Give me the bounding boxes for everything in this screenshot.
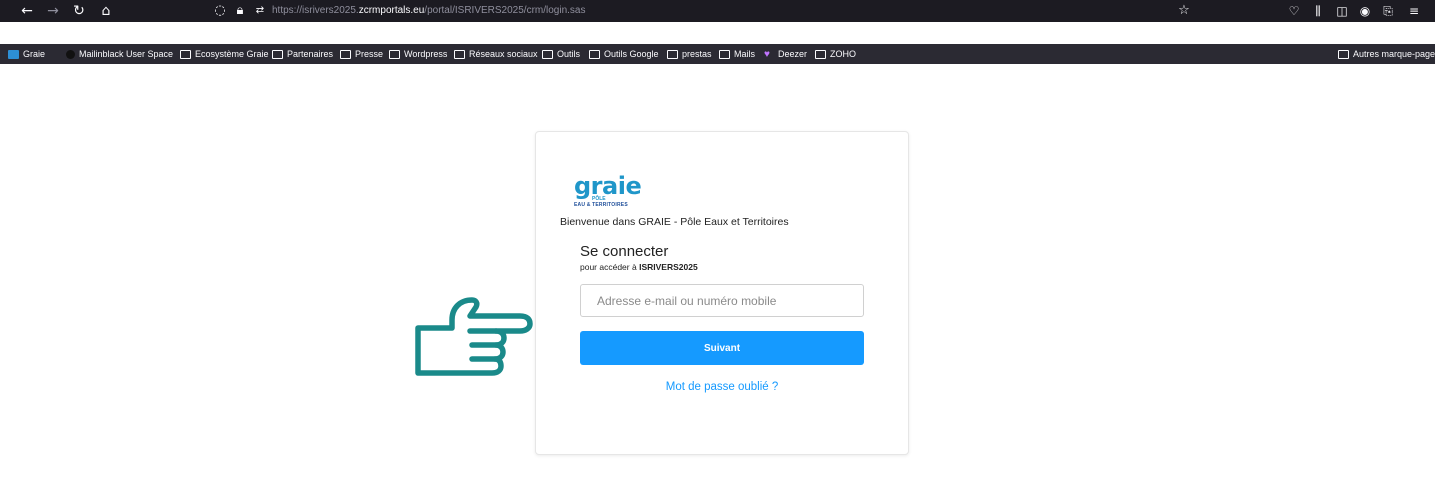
bookmark-folder-reseaux[interactable]: Réseaux sociaux xyxy=(454,47,538,61)
graie-logo: graie PÔLE EAU & TERRITOIRES xyxy=(574,174,664,208)
other-bookmarks-folder[interactable]: Autres marque-pages xyxy=(1338,47,1435,61)
welcome-text: Bienvenue dans GRAIE - Pôle Eaux et Terr… xyxy=(560,216,789,228)
forgot-password-link[interactable]: Mot de passe oublié ? xyxy=(536,381,908,393)
folder-icon xyxy=(454,49,465,59)
bookmark-folder-outils-google[interactable]: Outils Google xyxy=(589,47,659,61)
bookmark-mailinblack[interactable]: Mailinblack User Space xyxy=(66,47,173,61)
bookmark-folder-partenaires[interactable]: Partenaires xyxy=(272,47,333,61)
forward-arrow-icon[interactable]: → xyxy=(44,3,62,19)
back-arrow-icon[interactable]: ← xyxy=(18,3,36,19)
browser-toolbar: ← → ↻ ⌂ ◌ 🔒︎ ⇄ https://isrivers2025.zcrm… xyxy=(0,0,1435,22)
bookmark-folder-wordpress[interactable]: Wordpress xyxy=(389,47,447,61)
bookmark-deezer[interactable]: ♥ Deezer xyxy=(764,47,807,61)
folder-icon xyxy=(1338,49,1349,59)
bookmark-folder-ecosysteme[interactable]: Ecosystème Graie xyxy=(180,47,269,61)
star-icon[interactable]: ☆ xyxy=(1176,3,1192,19)
logo-text: graie xyxy=(574,172,642,200)
folder-icon xyxy=(340,49,351,59)
url-text[interactable]: https://isrivers2025.zcrmportals.eu/port… xyxy=(272,4,585,18)
permissions-icon[interactable]: ⇄ xyxy=(252,3,268,19)
folder-icon xyxy=(589,49,600,59)
bookmarks-bar: Graie Mailinblack User Space Ecosystème … xyxy=(0,44,1435,64)
pocket-icon[interactable]: ♡ xyxy=(1286,3,1302,19)
bookmark-folder-zoho[interactable]: ZOHO xyxy=(815,47,856,61)
reload-icon[interactable]: ↻ xyxy=(70,3,88,19)
folder-icon xyxy=(667,49,678,59)
lock-icon[interactable]: 🔒︎ xyxy=(232,3,248,19)
folder-icon xyxy=(719,49,730,59)
bookmark-folder-prestas[interactable]: prestas xyxy=(667,47,712,61)
bookmark-folder-outils[interactable]: Outils xyxy=(542,47,580,61)
folder-icon xyxy=(542,49,553,59)
menu-icon[interactable]: ≡ xyxy=(1406,3,1422,19)
sidebar-icon[interactable]: ◫ xyxy=(1334,3,1350,19)
folder-icon xyxy=(272,49,283,59)
home-icon[interactable]: ⌂ xyxy=(97,3,115,19)
extensions-icon[interactable]: ⎘ xyxy=(1380,3,1396,19)
library-icon[interactable]: ⫼ xyxy=(1310,3,1326,19)
folder-icon xyxy=(815,49,826,59)
mailinblack-icon xyxy=(66,49,75,59)
login-card: graie PÔLE EAU & TERRITOIRES Bienvenue d… xyxy=(535,131,909,455)
page-title: Se connecter xyxy=(580,243,669,260)
account-icon[interactable]: ◉ xyxy=(1357,3,1373,19)
folder-icon xyxy=(180,49,191,59)
shield-icon[interactable]: ◌ xyxy=(212,3,228,19)
email-field[interactable] xyxy=(580,284,864,317)
pointing-hand-icon xyxy=(415,297,533,376)
url-bar[interactable]: ◌ 🔒︎ ⇄ https://isrivers2025.zcrmportals.… xyxy=(200,1,1200,21)
portal-name: ISRIVERS2025 xyxy=(639,262,698,272)
signin-subtitle: pour accéder à ISRIVERS2025 xyxy=(580,262,698,273)
next-button[interactable]: Suivant xyxy=(580,331,864,365)
favicon-icon xyxy=(8,49,19,59)
folder-icon xyxy=(389,49,400,59)
subtitle-prefix: pour accéder à xyxy=(580,262,640,272)
bookmark-folder-mails[interactable]: Mails xyxy=(719,47,755,61)
bookmark-graie[interactable]: Graie xyxy=(8,47,45,61)
bookmark-folder-presse[interactable]: Presse xyxy=(340,47,383,61)
logo-subtitle-eau: EAU & TERRITOIRES xyxy=(574,202,628,208)
heart-icon: ♥ xyxy=(764,48,770,60)
